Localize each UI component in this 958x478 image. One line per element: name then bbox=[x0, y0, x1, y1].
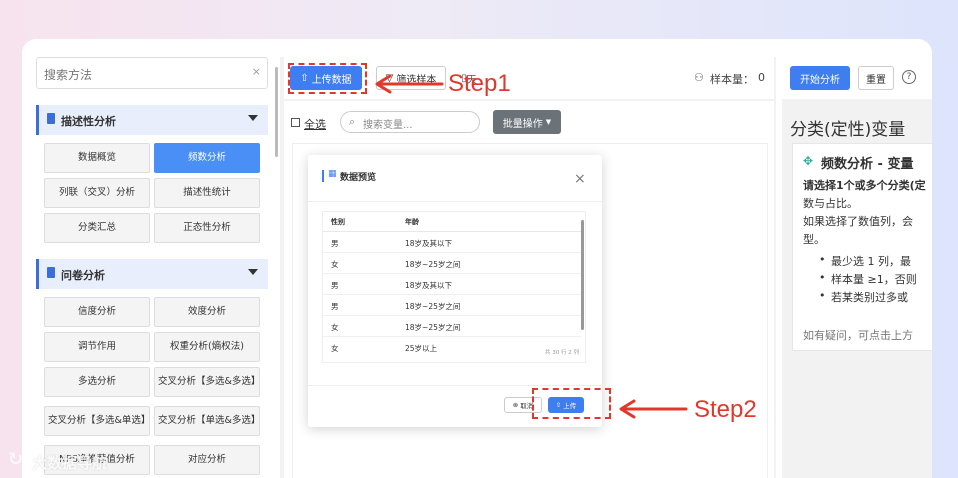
step1-arrow bbox=[375, 74, 444, 94]
step1-label: Step1 bbox=[448, 70, 511, 97]
watermark-logo-icon: ↻ bbox=[8, 449, 24, 470]
app-window: 搜索方法 × 描述性分析 数据概览 频数分析 列联（交叉）分析 描述性统计 分类… bbox=[22, 39, 932, 478]
step2-label: Step2 bbox=[694, 396, 757, 423]
annotation-arrows bbox=[375, 74, 688, 419]
watermark: ↻ 大数据导航 bbox=[6, 447, 156, 475]
watermark-text: 大数据导航 bbox=[32, 454, 108, 472]
step2-arrow bbox=[619, 399, 688, 419]
